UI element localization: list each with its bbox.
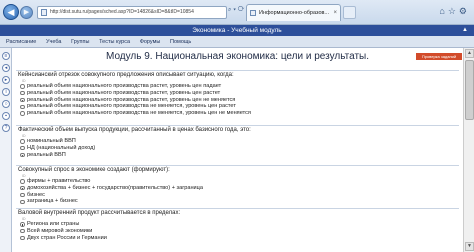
answer-option[interactable]: реальный ВВП [16,152,459,159]
answer-option[interactable]: бизнес [16,192,459,199]
answer-option[interactable]: реальный объем национального производств… [16,110,459,117]
answer-option[interactable]: реальный объем национального производств… [16,83,459,90]
answer-option[interactable]: заграница + бизнес [16,198,459,205]
option-label: НД (национальный доход) [27,144,96,151]
radio-button[interactable] [20,145,25,151]
question-text: Кейнсианский отрезок совокупного предлож… [16,70,459,79]
option-label: Региона или страны [27,221,80,227]
forward-button-icon[interactable]: ▶ [20,6,33,19]
radio-button[interactable] [20,111,25,116]
scroll-thumb[interactable] [465,60,474,120]
option-label: бизнес [27,191,45,198]
menu-item-tests[interactable]: Тесты курса [95,36,134,48]
app-title-bar: Экономика - Учебный модуль ▲ [0,25,474,36]
answer-option[interactable]: Двух стран России и Германии [16,235,459,242]
question-2: Фактический объем выпуска продукции, рас… [16,125,459,158]
menu-item-schedule[interactable]: Расписание [0,36,40,48]
question-text: Валовой внутренний продукт рассчитываетс… [16,208,459,217]
radio-button[interactable] [20,179,25,184]
vertical-scrollbar[interactable]: ▲ ▼ [463,48,474,252]
question-text: Совокупный спрос в экономике создают (фо… [16,165,459,174]
option-label: номинальный ВВП [27,138,76,144]
app-title: Экономика - Учебный модуль [192,27,282,34]
page-title: Модуль 9. Национальная экономика: цели и… [106,51,369,62]
left-toolstrip: ≡ ◂ ▸ i ○ ▪ ? [0,48,12,252]
print-icon[interactable]: ▪ [2,112,10,120]
answer-option[interactable]: реальный объем национального производств… [16,90,459,97]
answer-option[interactable]: фирмы + правительство [16,178,459,185]
radio-button[interactable] [20,235,25,241]
option-label: фирмы + правительство [27,178,91,184]
answer-option[interactable]: Всей мировой экономики [16,228,459,235]
answer-option[interactable]: номинальный ВВП [16,138,459,145]
radio-button[interactable] [20,90,25,96]
menu-item-help[interactable]: Помощь [166,36,195,48]
status-badge[interactable]: Проверка заданий [416,53,462,60]
prev-icon[interactable]: ◂ [2,64,10,72]
radio-button[interactable] [20,199,25,205]
option-label: реальный объем национального производств… [27,96,236,103]
menu-item-study[interactable]: Учеба [42,36,65,48]
option-label: заграница + бизнес [27,198,78,205]
main-content: Модуль 9. Национальная экономика: цели и… [13,48,462,252]
question-3: Совокупный спрос в экономике создают (фо… [16,165,459,205]
answer-option[interactable]: НД (национальный доход) [16,145,459,152]
option-label: реальный объем национального производств… [27,89,221,96]
back-button-icon[interactable]: ◀ [3,4,19,20]
tab-title: Информационно-образов... [259,10,330,16]
radio-button[interactable] [20,84,25,89]
menu-item-groups[interactable]: Группы [67,36,93,48]
option-label: Всей мировой экономики [27,227,93,234]
tab-close-icon[interactable]: × [333,5,337,21]
help-icon[interactable]: ? [2,124,10,132]
radio-button[interactable] [20,185,25,191]
option-label: реальный объем национального производств… [27,103,236,110]
radio-button[interactable] [20,228,25,234]
tab-favicon-icon [250,10,256,16]
next-icon[interactable]: ▸ [2,76,10,84]
menu-item-forums[interactable]: Форумы [136,36,165,48]
browser-toolbar: ◀ ▶ http://dist.sutu.ru/pages/sched.asp?… [0,0,474,25]
question-4: Валовой внутренний продукт рассчитываетс… [16,208,459,241]
collapse-arrow-icon[interactable]: ▲ [462,25,468,36]
toc-icon[interactable]: ≡ [2,52,10,60]
radio-button[interactable] [20,152,25,158]
answer-option[interactable]: Региона или страны [16,221,459,228]
radio-button[interactable] [20,192,25,198]
option-label: Двух стран России и Германии [27,234,107,241]
info-icon[interactable]: i [2,88,10,96]
option-label: реальный объем национального производств… [27,83,222,89]
browser-tab[interactable]: Информационно-образов... × [246,4,341,21]
radio-button[interactable] [20,97,25,103]
new-tab-button[interactable] [343,6,356,19]
menu-bar: Расписание Учеба Группы Тесты курса Фору… [0,36,474,48]
radio-button[interactable] [20,222,25,227]
radio-button[interactable] [20,104,25,110]
radio-button[interactable] [20,139,25,144]
option-label: домохозяйства + бизнес + государство(пра… [27,184,203,191]
question-1: Кейнсианский отрезок совокупного предлож… [16,70,459,117]
scroll-up-icon[interactable]: ▲ [465,49,474,58]
page-icon [41,9,47,16]
search-icon[interactable]: ○ [2,100,10,108]
scroll-down-icon[interactable]: ▼ [465,242,474,251]
option-label: реальный объем национального производств… [27,110,251,117]
answer-option[interactable]: домохозяйства + бизнес + государство(пра… [16,185,459,192]
option-label: реальный ВВП [27,151,66,158]
question-text: Фактический объем выпуска продукции, рас… [16,125,459,134]
address-bar[interactable]: http://dist.sutu.ru/pages/sched.asp?ID=1… [37,6,227,19]
home-star-gear-icon[interactable]: ⌂☆⚙ [439,6,470,17]
address-text: http://dist.sutu.ru/pages/sched.asp?ID=1… [50,9,194,15]
